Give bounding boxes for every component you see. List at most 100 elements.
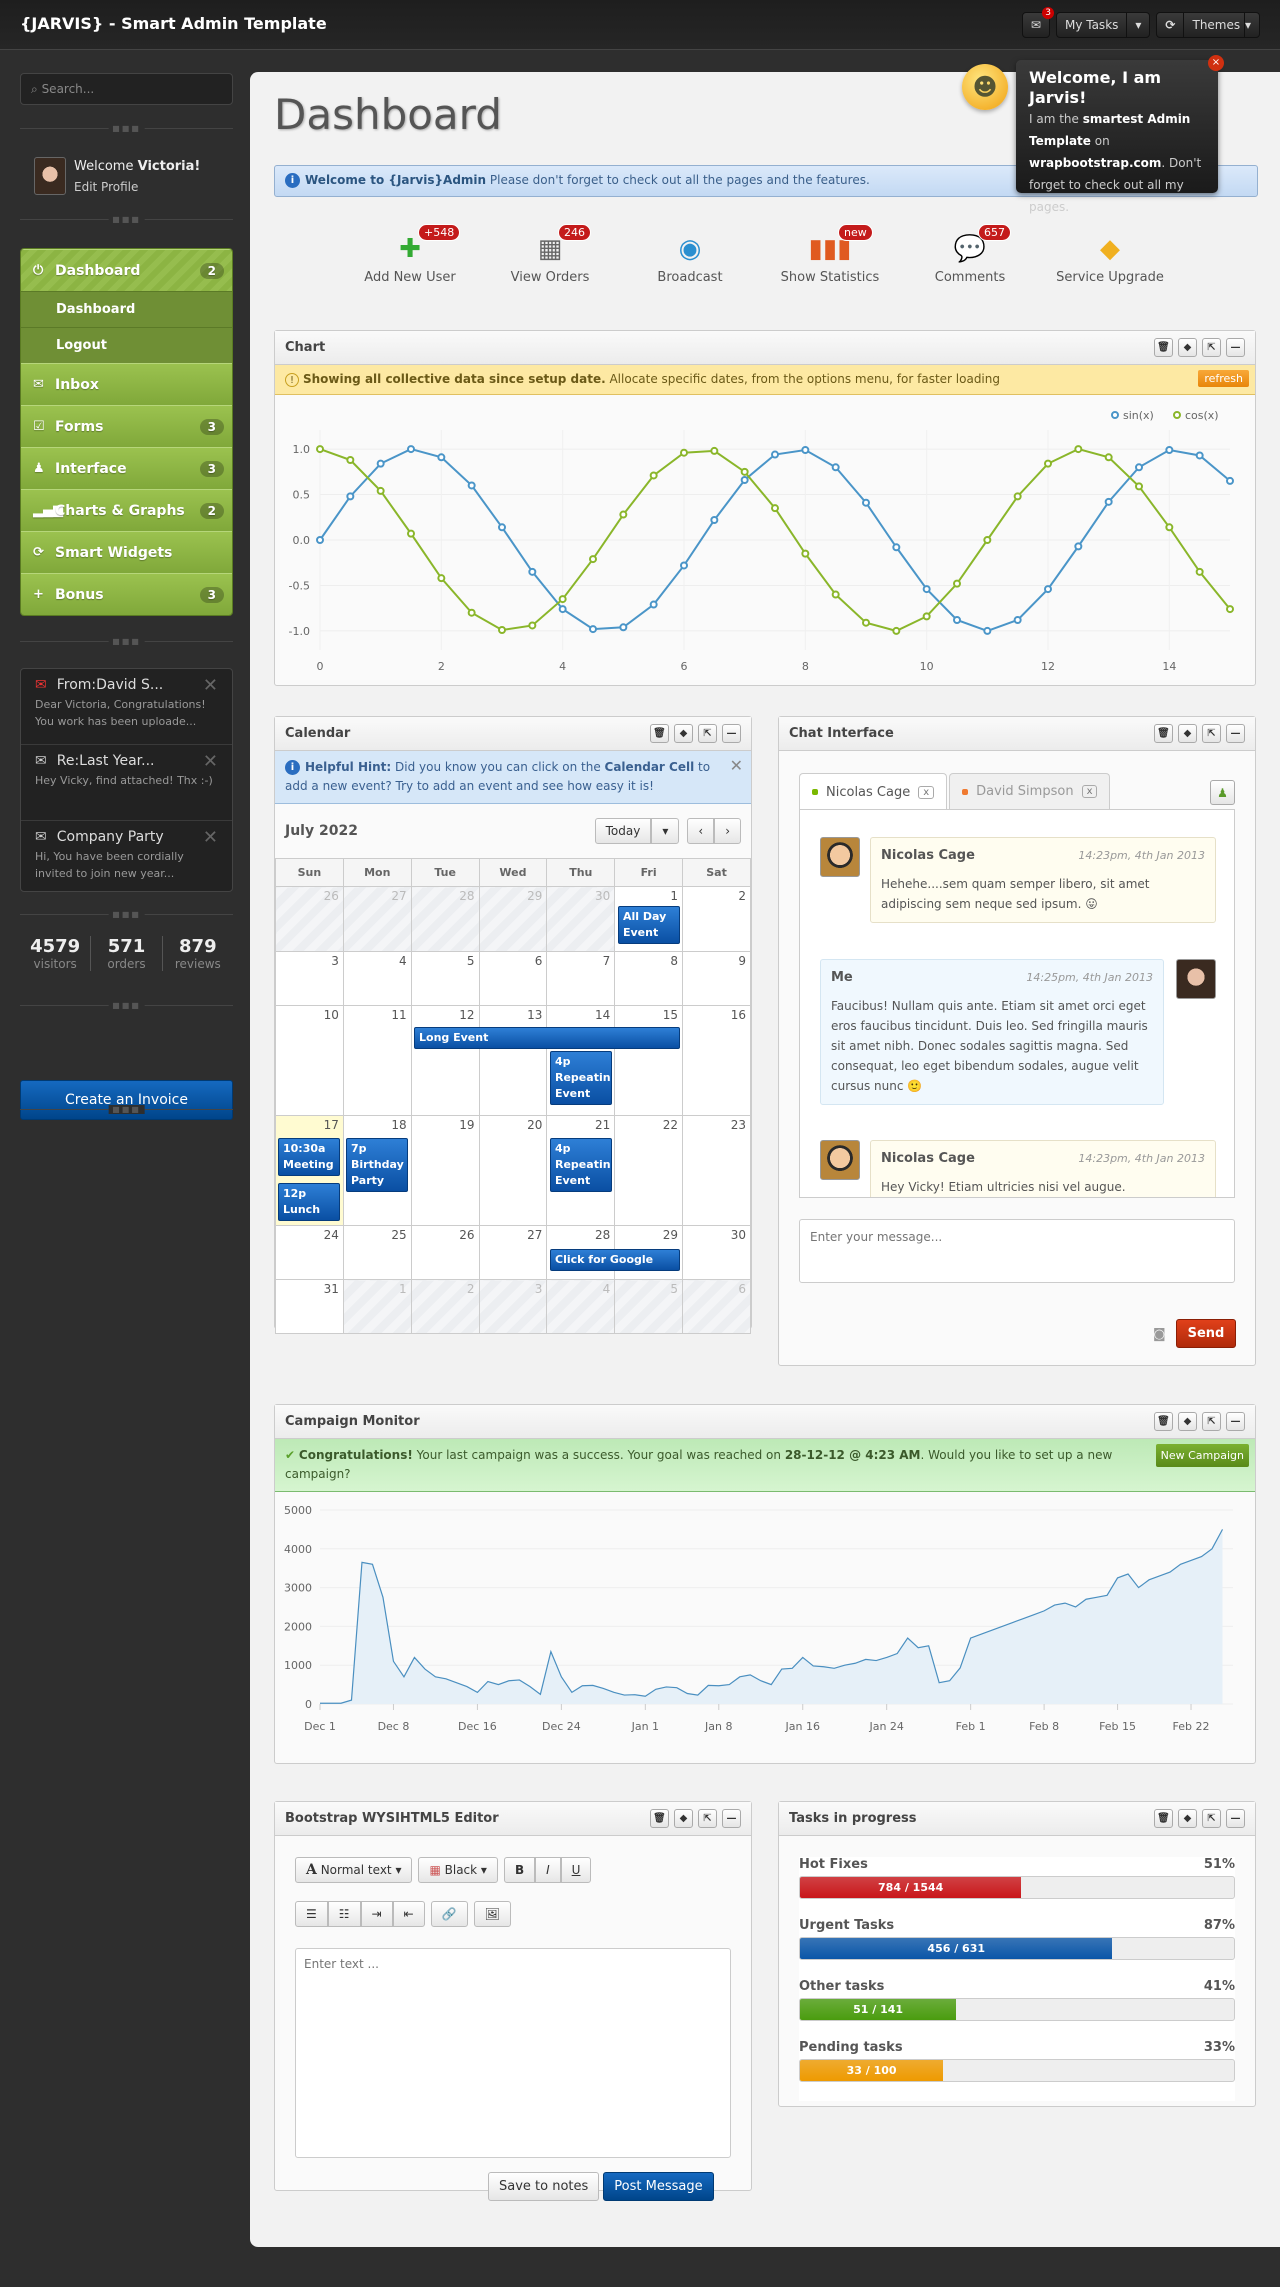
message-item[interactable]: ✉ Company Party Hi, You have been cordial…	[21, 821, 232, 891]
calendar-day-cell[interactable]: 19	[410, 1115, 480, 1226]
edit-icon[interactable]: ◆	[1178, 724, 1197, 743]
edit-icon[interactable]: ◆	[1178, 338, 1197, 357]
insert-link-button[interactable]: 🔗	[430, 1901, 468, 1927]
minimize-icon[interactable]: —	[1226, 1412, 1245, 1431]
calendar-day-cell[interactable]: 8	[614, 951, 684, 1006]
calendar-day-cell[interactable]: 3	[275, 951, 344, 1006]
refresh-button[interactable]: refresh	[1198, 370, 1249, 387]
calendar-event[interactable]: 12p Lunch	[278, 1183, 340, 1221]
calendar-day-cell[interactable]: 12	[410, 1005, 480, 1116]
edit-icon[interactable]: ◆	[1178, 1809, 1197, 1828]
shortcut-statistics[interactable]: ▮▮▮ Show Statistics new	[760, 224, 900, 285]
calendar-event[interactable]: All Day Event	[618, 906, 680, 944]
sidebar-subitem-dashboard[interactable]: Dashboard	[21, 291, 232, 327]
themes-dropdown[interactable]: Themes ▾	[1183, 13, 1259, 37]
calendar-day-cell[interactable]: 16	[682, 1005, 751, 1116]
calendar-event[interactable]: Click for Google	[550, 1249, 680, 1271]
minimize-icon[interactable]: —	[1226, 724, 1245, 743]
close-icon[interactable]: ✕	[203, 827, 218, 848]
shortcut-broadcast[interactable]: ◉ Broadcast	[620, 232, 760, 285]
calendar-day-cell[interactable]: 9	[682, 951, 751, 1006]
edit-profile-link[interactable]: Edit Profile	[74, 177, 200, 197]
view-dropdown[interactable]: ▾	[651, 818, 680, 844]
delete-icon[interactable]: 🗑	[650, 1809, 669, 1828]
prev-month-button[interactable]: ‹	[687, 818, 715, 844]
close-tab-icon[interactable]: x	[1081, 785, 1098, 798]
calendar-day-cell[interactable]: 15	[614, 1005, 684, 1116]
calendar-event[interactable]: 10:30a Meeting	[278, 1138, 340, 1176]
save-to-notes-button[interactable]: Save to notes	[488, 2172, 600, 2201]
close-icon[interactable]: ✕	[203, 751, 218, 772]
shortcut-add-user[interactable]: ✚ Add New User +548	[340, 224, 480, 285]
edit-icon[interactable]: ◆	[674, 724, 693, 743]
calendar-day-cell[interactable]: 20	[478, 1115, 548, 1226]
calendar-event[interactable]: 4p Repeating Event	[550, 1051, 612, 1105]
send-button[interactable]: Send	[1176, 1319, 1236, 1348]
camera-icon[interactable]: ◙	[1153, 1327, 1166, 1342]
calendar-day-cell[interactable]: 5	[410, 951, 480, 1006]
minimize-icon[interactable]: —	[1226, 1809, 1245, 1828]
fullscreen-icon[interactable]: ⇱	[1202, 338, 1221, 357]
chat-tab-nicolas[interactable]: Nicolas Cage x	[799, 773, 948, 810]
close-icon[interactable]: ✕	[730, 756, 743, 775]
shortcut-view-orders[interactable]: ▦ View Orders 246	[480, 224, 620, 285]
font-style-dropdown[interactable]: A Normal text ▾	[295, 1857, 413, 1883]
next-month-button[interactable]: ›	[714, 818, 741, 844]
bold-button[interactable]: B	[503, 1857, 536, 1883]
calendar-day-cell[interactable]: 27	[342, 886, 412, 952]
edit-icon[interactable]: ◆	[1178, 1412, 1197, 1431]
fullscreen-icon[interactable]: ⇱	[1202, 1809, 1221, 1828]
calendar-day-cell[interactable]: 29	[478, 886, 548, 952]
underline-button[interactable]: U	[560, 1857, 592, 1883]
calendar-day-cell[interactable]: 6	[682, 1279, 751, 1334]
refresh-button[interactable]: ⟳	[1157, 13, 1183, 37]
calendar-day-cell[interactable]: 2	[410, 1279, 480, 1334]
sidebar-search-input[interactable]: ⌕ Search...	[20, 73, 233, 105]
delete-icon[interactable]: 🗑	[650, 724, 669, 743]
edit-icon[interactable]: ◆	[674, 1809, 693, 1828]
editor-textarea[interactable]	[295, 1948, 731, 2158]
delete-icon[interactable]: 🗑	[1154, 724, 1173, 743]
calendar-day-cell[interactable]: 11	[342, 1005, 412, 1116]
calendar-event[interactable]: 7p Birthday Party	[346, 1138, 408, 1192]
calendar-day-cell[interactable]: 13	[478, 1005, 548, 1116]
close-popup-button[interactable]: ×	[1208, 55, 1224, 71]
calendar-day-cell[interactable]: 5	[614, 1279, 684, 1334]
sidebar-item-bonus[interactable]: + Bonus 3	[21, 573, 232, 615]
italic-button[interactable]: I	[535, 1857, 561, 1883]
calendar-event[interactable]: 4p Repeating Event	[550, 1138, 612, 1192]
calendar-day-cell[interactable]: 6	[478, 951, 548, 1006]
today-button[interactable]: Today	[594, 818, 652, 844]
sidebar-subitem-logout[interactable]: Logout	[21, 327, 232, 363]
calendar-day-cell[interactable]: 23	[682, 1115, 751, 1226]
calendar-day-cell[interactable]: 3	[478, 1279, 548, 1334]
calendar-day-cell[interactable]: 26	[410, 1225, 480, 1280]
calendar-day-cell[interactable]: 25	[342, 1225, 412, 1280]
calendar-day-cell[interactable]: 7	[546, 951, 616, 1006]
calendar-day-cell[interactable]: 24	[275, 1225, 344, 1280]
chat-message-input[interactable]	[799, 1219, 1235, 1283]
close-tab-icon[interactable]: x	[918, 785, 935, 799]
indent-button[interactable]: ⇥	[360, 1901, 393, 1927]
create-invoice-button[interactable]: Create an Invoice	[20, 1080, 233, 1120]
calendar-day-cell[interactable]: 26	[275, 886, 344, 952]
my-tasks-dropdown-toggle[interactable]: ▾	[1126, 13, 1149, 37]
sidebar-item-dashboard[interactable]: ⏻ Dashboard 2	[21, 249, 232, 291]
sidebar-item-interface[interactable]: ♟ Interface 3	[21, 447, 232, 489]
fullscreen-icon[interactable]: ⇱	[698, 1809, 717, 1828]
close-icon[interactable]: ✕	[203, 675, 218, 696]
fullscreen-icon[interactable]: ⇱	[698, 724, 717, 743]
insert-image-button[interactable]: 🖼	[473, 1901, 511, 1927]
my-tasks-button[interactable]: My Tasks	[1057, 13, 1126, 37]
message-item[interactable]: ✉ Re:Last Year... Hey Vicky, find attache…	[21, 745, 232, 821]
delete-icon[interactable]: 🗑	[1154, 338, 1173, 357]
calendar-day-cell[interactable]: 28	[410, 886, 480, 952]
user-list-button[interactable]: ♟	[1210, 780, 1235, 805]
calendar-event[interactable]: Long Event	[414, 1027, 680, 1049]
sidebar-item-inbox[interactable]: ✉ Inbox	[21, 363, 232, 405]
calendar-day-cell[interactable]: 30	[682, 1225, 751, 1280]
calendar-day-cell[interactable]: 10	[275, 1005, 344, 1116]
minimize-icon[interactable]: —	[722, 724, 741, 743]
calendar-day-cell[interactable]: 27	[478, 1225, 548, 1280]
fullscreen-icon[interactable]: ⇱	[1202, 724, 1221, 743]
